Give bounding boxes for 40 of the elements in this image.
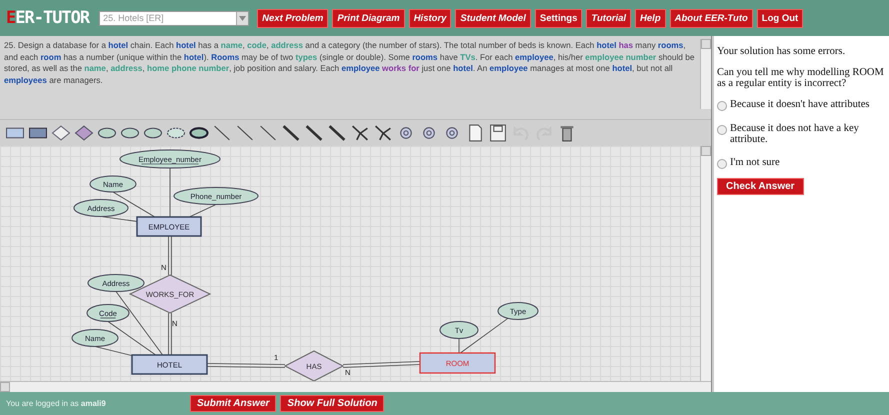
diamond-icon[interactable]	[74, 124, 94, 142]
nav-button[interactable]: Next Problem	[257, 8, 328, 28]
radio-button[interactable]	[717, 101, 727, 111]
app-logo: EER-TUTOR	[6, 8, 90, 28]
radio-button[interactable]	[717, 159, 727, 169]
fork-icon[interactable]	[350, 124, 370, 142]
ellipse-icon[interactable]	[189, 124, 209, 142]
connector-line	[168, 236, 172, 276]
action-button[interactable]: Show Full Solution	[280, 395, 384, 412]
caret-icon	[239, 16, 246, 20]
problem-text: 25. Design a database for a hotel chain. Each hotel has a name, code, address and a category (the number of stars). The total number of beds is known. Each hotel has many rooms, and each room has a number (unique within the hotel). Rooms may be of two types (single or double). Some rooms have TVs. For each employee, his/her employee number should be stored, as well as the name, address, home phone number, job position and salary. Each employee works for just one hotel. An employee manages at most one hotel, but not all employees are managers.	[3, 39, 696, 87]
nav-button[interactable]: Print Diagram	[332, 8, 405, 28]
scrollbar[interactable]	[700, 146, 711, 381]
save-icon[interactable]	[488, 124, 508, 142]
line-icon[interactable]	[212, 124, 232, 142]
scrollbar[interactable]	[700, 39, 711, 109]
action-button[interactable]: Submit Answer	[190, 395, 276, 412]
nav-button[interactable]: Tutorial	[586, 8, 632, 28]
line-icon[interactable]	[304, 124, 324, 142]
option-label[interactable]: Because it does not have a key attribute.	[730, 123, 887, 145]
nav-button[interactable]: Help	[635, 8, 666, 28]
feedback-message: Your solution has some errors.	[717, 46, 846, 57]
line-icon[interactable]	[258, 124, 278, 142]
option-label[interactable]: Because it doesn't have attributes	[730, 99, 870, 110]
diamond-icon[interactable]	[51, 124, 71, 142]
radio-button[interactable]	[717, 125, 727, 135]
nav-button[interactable]: About EER-Tuto	[670, 8, 753, 28]
line-icon[interactable]	[281, 124, 301, 142]
nav-button[interactable]: History	[408, 8, 452, 28]
feedback-question: Can you tell me why modelling ROOM as a regular entity is incorrect?	[717, 67, 885, 89]
fork-icon[interactable]	[373, 124, 393, 142]
scrollbar[interactable]	[0, 381, 711, 392]
check-answer-button[interactable]: Check Answer	[717, 178, 804, 195]
login-status: You are logged in as amali9	[6, 399, 107, 408]
line-icon[interactable]	[235, 124, 255, 142]
line-icon[interactable]	[327, 124, 347, 142]
nav-button[interactable]: Log Out	[756, 8, 804, 28]
option-label[interactable]: I'm not sure	[730, 157, 780, 168]
nav-button[interactable]: Student Model	[455, 8, 531, 28]
nav-button[interactable]: Settings	[534, 8, 582, 28]
